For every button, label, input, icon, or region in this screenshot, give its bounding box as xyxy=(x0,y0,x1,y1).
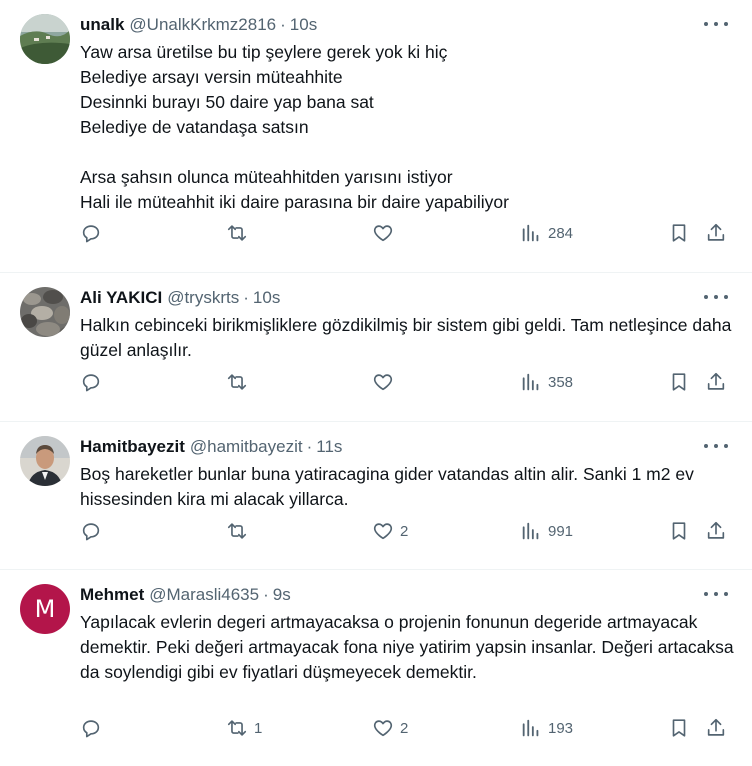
heart-icon xyxy=(373,523,393,540)
display-name[interactable]: Mehmet xyxy=(80,585,144,605)
separator-dot: · xyxy=(263,585,269,604)
more-dots-icon[interactable] xyxy=(704,289,728,305)
user-handle[interactable]: @Marasli4635 xyxy=(149,585,259,605)
retweet-icon xyxy=(227,523,247,539)
views-button[interactable]: 358 xyxy=(520,371,573,393)
share-icon xyxy=(707,223,725,241)
views-count: 284 xyxy=(548,224,574,242)
share-button[interactable] xyxy=(705,222,727,244)
retweet-button[interactable] xyxy=(226,222,254,244)
views-chart-icon xyxy=(522,719,539,737)
like-button[interactable] xyxy=(372,371,400,393)
reply-button[interactable] xyxy=(80,371,108,393)
share-button[interactable] xyxy=(705,717,727,739)
views-count: 991 xyxy=(548,522,574,540)
separator-dot: · xyxy=(243,288,249,307)
retweet-icon xyxy=(227,225,247,241)
avatar[interactable] xyxy=(20,287,70,337)
reply-button[interactable] xyxy=(80,222,108,244)
retweet-button[interactable] xyxy=(226,520,254,542)
reply-icon xyxy=(82,374,100,392)
user-handle[interactable]: @hamitbayezit xyxy=(190,437,303,457)
bookmark-button[interactable] xyxy=(668,371,690,393)
like-count: 2 xyxy=(400,719,409,737)
share-icon xyxy=(707,718,725,736)
display-name[interactable]: Hamitbayezit xyxy=(80,437,185,457)
tweet-actions: 284 xyxy=(80,221,732,245)
heart-icon xyxy=(373,720,393,737)
retweet-icon xyxy=(227,720,247,736)
views-button[interactable]: 991 xyxy=(520,520,573,542)
heart-icon xyxy=(373,225,393,242)
avatar-landscape-image xyxy=(20,14,70,64)
views-count: 193 xyxy=(548,719,574,737)
tweet-text: Boş hareketler bunlar buna yatiracagina … xyxy=(80,464,694,509)
like-button[interactable] xyxy=(372,222,400,244)
avatar-portrait-image xyxy=(20,436,70,486)
bookmark-icon xyxy=(672,373,686,391)
heart-icon xyxy=(373,374,393,391)
bookmark-icon xyxy=(672,224,686,242)
tweet-text: Yapılacak evlerin degeri artmayacaksa o … xyxy=(80,612,734,682)
timestamp[interactable]: 10s xyxy=(253,288,280,308)
more-dots-icon[interactable] xyxy=(704,16,728,32)
views-count: 358 xyxy=(548,373,574,391)
bookmark-icon xyxy=(672,522,686,540)
retweet-button[interactable] xyxy=(226,371,254,393)
separator-dot: · xyxy=(306,437,313,456)
views-button[interactable]: 193 xyxy=(520,717,573,739)
more-dots-icon[interactable] xyxy=(704,586,728,602)
share-icon xyxy=(707,372,725,390)
views-chart-icon xyxy=(522,224,539,242)
tweet-actions: 1 2 193 xyxy=(80,716,732,740)
retweet-button[interactable]: 1 xyxy=(226,717,262,739)
bookmark-button[interactable] xyxy=(668,222,690,244)
display-name[interactable]: Ali YAKICI xyxy=(80,288,162,308)
views-chart-icon xyxy=(522,522,539,540)
share-button[interactable] xyxy=(705,371,727,393)
views-button[interactable]: 284 xyxy=(520,222,573,244)
reply-icon xyxy=(82,720,100,738)
bookmark-icon xyxy=(672,719,686,737)
timestamp[interactable]: 10s xyxy=(290,15,317,35)
avatar[interactable]: M xyxy=(20,584,70,634)
reply-icon xyxy=(82,225,100,243)
more-dots-icon[interactable] xyxy=(704,438,728,454)
like-button[interactable]: 2 xyxy=(372,520,408,542)
user-handle[interactable]: @UnalkKrkmz2816 xyxy=(129,15,276,35)
tweet[interactable]: unalk @UnalkKrkmz2816 · 10s Yaw arsa üre… xyxy=(0,0,752,273)
bookmark-button[interactable] xyxy=(668,717,690,739)
retweet-count: 1 xyxy=(254,719,263,737)
timestamp[interactable]: 9s xyxy=(273,585,291,605)
share-icon xyxy=(707,521,725,539)
views-chart-icon xyxy=(522,373,539,391)
bookmark-button[interactable] xyxy=(668,520,690,542)
reply-button[interactable] xyxy=(80,520,108,542)
display-name[interactable]: unalk xyxy=(80,15,124,35)
like-count: 2 xyxy=(400,522,409,540)
avatar-stones-image xyxy=(20,287,70,337)
like-button[interactable]: 2 xyxy=(372,717,408,739)
tweet[interactable]: Ali YAKICI @tryskrts · 10s Halkın cebinc… xyxy=(0,273,752,422)
tweet-actions: 358 xyxy=(80,370,732,394)
tweet-actions: 2 991 xyxy=(80,519,732,543)
avatar[interactable] xyxy=(20,14,70,64)
share-button[interactable] xyxy=(705,520,727,542)
tweet[interactable]: M Mehmet @Marasli4635 · 9s Yapılacak evl… xyxy=(0,570,752,766)
tweet-text: Halkın cebinceki birikmişliklere gözdiki… xyxy=(80,315,732,360)
reply-button[interactable] xyxy=(80,717,108,739)
avatar[interactable] xyxy=(20,436,70,486)
reply-icon xyxy=(82,523,100,541)
timestamp[interactable]: 11s xyxy=(316,437,342,457)
separator-dot: · xyxy=(280,15,286,34)
tweet-text: Yaw arsa üretilse bu tip şeylere gerek y… xyxy=(80,42,509,212)
user-handle[interactable]: @tryskrts xyxy=(167,288,239,308)
timeline: unalk @UnalkKrkmz2816 · 10s Yaw arsa üre… xyxy=(0,0,752,766)
tweet[interactable]: Hamitbayezit @hamitbayezit · 11s Boş har… xyxy=(0,422,752,570)
retweet-icon xyxy=(227,374,247,390)
avatar-initial: M xyxy=(34,595,56,623)
